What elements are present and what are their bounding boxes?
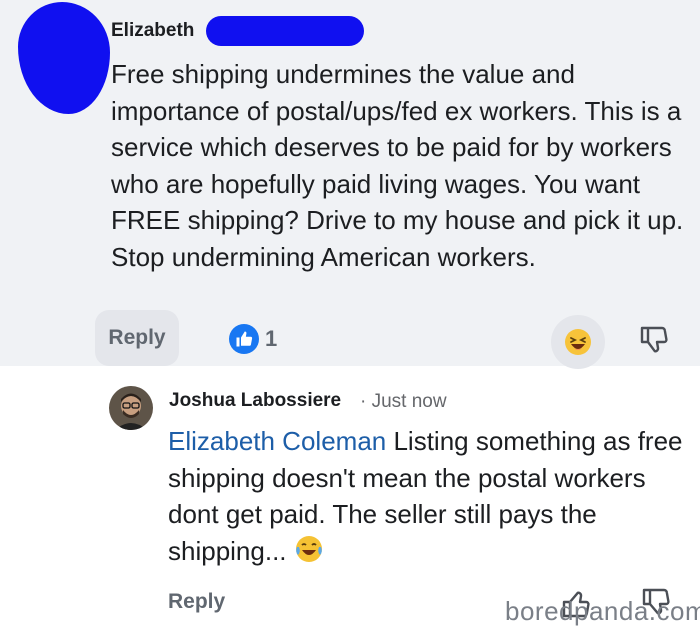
- comment-text: Free shipping undermines the value and i…: [111, 59, 684, 272]
- mention-link[interactable]: Elizabeth Coleman: [168, 426, 386, 456]
- thumbs-down-icon[interactable]: [638, 324, 670, 358]
- reply-button-2[interactable]: Reply: [168, 590, 225, 614]
- thumbs-up-icon[interactable]: [229, 324, 259, 354]
- like-count: 1: [265, 326, 278, 351]
- reply-author[interactable]: Joshua Labossiere: [169, 390, 341, 412]
- laughing-face-icon[interactable]: [551, 315, 605, 369]
- tears-of-joy-icon: [294, 534, 324, 564]
- reply-button[interactable]: Reply: [95, 310, 179, 366]
- redacted-surname: [206, 16, 364, 46]
- reply-text: Elizabeth Coleman Listing something as f…: [168, 423, 683, 569]
- reply-timestamp[interactable]: · Just now: [360, 391, 447, 413]
- watermark: boredpanda.com: [505, 596, 700, 626]
- comment-author[interactable]: Elizabeth: [111, 20, 194, 42]
- user-avatar[interactable]: [109, 386, 153, 430]
